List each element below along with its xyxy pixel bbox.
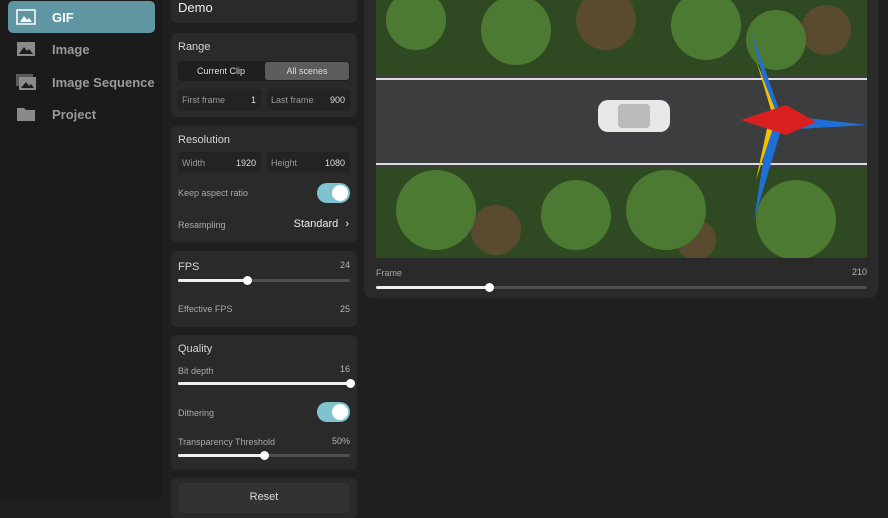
dithering-label: Dithering <box>178 408 215 418</box>
slider-fill <box>376 286 489 289</box>
frame-slider[interactable] <box>376 283 867 292</box>
folder-icon <box>17 108 35 121</box>
preview-panel: Frame 210 <box>364 0 878 298</box>
preview-image <box>376 0 867 258</box>
effective-fps-value: 25 <box>339 304 350 314</box>
slider-fill <box>178 454 264 457</box>
reset-card: Reset <box>171 478 357 518</box>
dithering-toggle[interactable] <box>317 402 350 422</box>
chevron-right-icon: › <box>345 218 349 230</box>
sidebar-item-image-sequence[interactable]: Image Sequence <box>8 66 155 98</box>
sidebar-item-label: Image <box>52 41 90 57</box>
image-icon <box>17 42 35 56</box>
keep-aspect-label: Keep aspect ratio <box>178 188 249 198</box>
transparency-slider[interactable] <box>178 451 350 460</box>
transparency-label: Transparency Threshold <box>178 437 276 447</box>
width-value: 1920 <box>235 158 256 168</box>
effective-fps-label: Effective FPS <box>178 304 233 314</box>
resampling-select[interactable]: Standard › <box>294 218 349 230</box>
last-frame-label: Last frame <box>271 95 314 105</box>
bit-depth-label: Bit depth <box>178 366 214 376</box>
slider-fill <box>178 279 247 282</box>
range-card: Range Current Clip All scenes First fram… <box>171 33 357 117</box>
quality-card: Quality Bit depth 16 Dithering Transpare… <box>171 335 357 470</box>
width-label: Width <box>182 158 206 168</box>
slider-knob[interactable] <box>260 451 269 460</box>
range-segmented-control: Current Clip All scenes <box>178 61 350 81</box>
first-frame-field[interactable]: First frame 1 <box>178 89 261 110</box>
sidebar-item-label: Project <box>52 106 97 122</box>
first-frame-value: 1 <box>250 95 256 105</box>
height-field[interactable]: Height 1080 <box>267 152 350 173</box>
resampling-label: Resampling <box>178 220 226 230</box>
sidebar-item-image[interactable]: Image <box>8 33 155 65</box>
bit-depth-slider[interactable] <box>178 379 355 388</box>
gif-icon <box>16 9 36 25</box>
tab-current-clip[interactable]: Current Clip <box>179 62 263 80</box>
transparency-value: 50% <box>331 436 350 446</box>
width-field[interactable]: Width 1920 <box>178 152 261 173</box>
last-frame-value: 900 <box>329 95 345 105</box>
sidebar: GIF Image Image Sequence Project <box>0 0 162 500</box>
preset-name: Demo <box>178 0 213 15</box>
first-frame-label: First frame <box>182 95 226 105</box>
image-sequence-icon <box>16 74 36 90</box>
preset-card: Demo <box>171 0 357 23</box>
tab-all-scenes[interactable]: All scenes <box>265 62 349 80</box>
sidebar-item-project[interactable]: Project <box>8 98 155 130</box>
height-label: Height <box>271 158 298 168</box>
sidebar-item-label: Image Sequence <box>52 74 155 90</box>
resolution-title: Resolution <box>178 134 230 146</box>
sidebar-item-gif[interactable]: GIF <box>8 1 155 33</box>
fps-slider[interactable] <box>178 276 350 285</box>
slider-knob[interactable] <box>242 276 252 285</box>
reset-button[interactable]: Reset <box>178 483 350 513</box>
fps-title: FPS <box>178 261 200 273</box>
keep-aspect-toggle[interactable] <box>317 183 350 203</box>
bit-depth-value: 16 <box>339 364 350 374</box>
slider-fill <box>178 382 350 385</box>
frame-value: 210 <box>851 267 867 277</box>
fps-value: 24 <box>339 260 350 270</box>
fps-card: FPS 24 Effective FPS 25 <box>171 251 357 327</box>
last-frame-field[interactable]: Last frame 900 <box>267 89 350 110</box>
quality-title: Quality <box>178 343 213 355</box>
height-value: 1080 <box>324 158 345 168</box>
range-title: Range <box>178 41 211 53</box>
resolution-card: Resolution Width 1920 Height 1080 Keep asp… <box>171 126 357 242</box>
slider-knob[interactable] <box>346 379 355 388</box>
sidebar-item-label: GIF <box>52 9 74 25</box>
resampling-value: Standard <box>293 218 339 230</box>
slider-knob[interactable] <box>484 283 494 292</box>
frame-label: Frame <box>376 268 403 278</box>
